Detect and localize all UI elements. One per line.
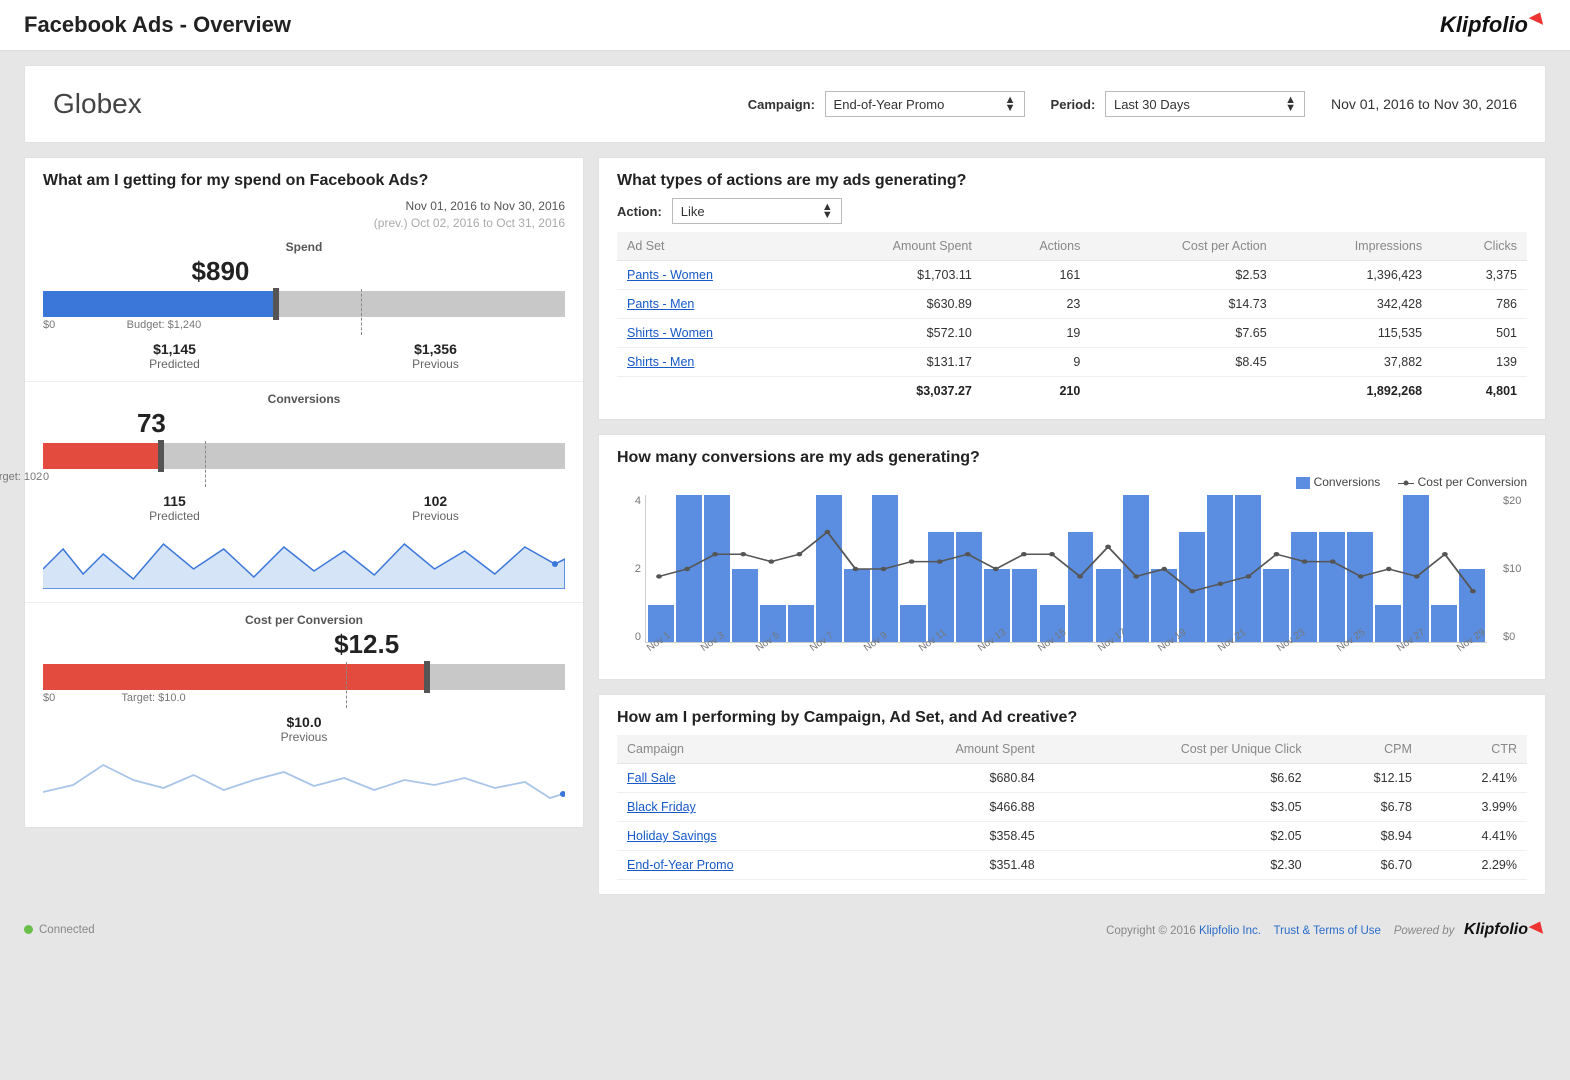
table-row: Black Friday$466.88$3.05$6.783.99% [617,793,1527,822]
spend-panel-dates: Nov 01, 2016 to Nov 30, 2016 (prev.) Oct… [43,198,565,232]
campaign-link[interactable]: Black Friday [627,800,696,814]
campaign-panel-title: How am I performing by Campaign, Ad Set,… [617,709,1527,727]
table-row: End-of-Year Promo$351.48$2.30$6.702.29% [617,851,1527,880]
conversions-legend: Conversions Cost per Conversion [617,475,1527,489]
date-range: Nov 01, 2016 to Nov 30, 2016 [1331,96,1517,112]
campaign-table: Campaign Amount Spent Cost per Unique Cl… [617,735,1527,880]
chevron-updown-icon: ▲▼ [1005,96,1016,112]
actions-table: Ad Set Amount Spent Actions Cost per Act… [617,232,1527,405]
table-row: Pants - Women$1,703.11161$2.531,396,4233… [617,261,1527,290]
table-row: Shirts - Women$572.1019$7.65115,535501 [617,319,1527,348]
actions-panel-title: What types of actions are my ads generat… [617,172,1527,190]
spend-panel: What am I getting for my spend on Facebo… [24,157,584,828]
conv-sparkline [43,529,565,589]
spend-budget-label: Budget: $1,240 [127,319,202,331]
campaign-link[interactable]: Fall Sale [627,771,676,785]
table-row: Fall Sale$680.84$6.62$12.152.41% [617,764,1527,793]
conversions-chart: 420 $20$10$0 Nov 1Nov 3Nov 5Nov 7Nov 9No… [617,495,1527,665]
tenant-name: Globex [53,88,142,120]
conversions-panel-title: How many conversions are my ads generati… [617,449,1527,467]
period-select[interactable]: Last 30 Days ▲▼ [1105,91,1305,117]
metric-conv-value: 73 [137,408,565,439]
conversions-panel: How many conversions are my ads generati… [598,434,1546,680]
conversions-bar [43,443,565,469]
spend-scale-min: $0 [43,319,55,331]
topbar: Facebook Ads - Overview Klipfolio [0,0,1570,51]
spend-panel-title: What am I getting for my spend on Facebo… [43,172,565,190]
chevron-updown-icon: ▲▼ [1285,96,1296,112]
footer-brand-logo: Klipfolio [1464,921,1546,939]
adset-link[interactable]: Pants - Women [627,268,713,282]
brand-triangle-icon [1529,9,1548,25]
cpc-scale-min: $0 [43,692,55,704]
campaign-label: Campaign: [748,97,815,112]
footer-company-link[interactable]: Klipfolio Inc. [1199,925,1261,937]
metric-cpc-title: Cost per Conversion [43,613,565,627]
actions-panel: What types of actions are my ads generat… [598,157,1546,420]
table-row: Holiday Savings$358.45$2.05$8.944.41% [617,822,1527,851]
action-label: Action: [617,204,662,219]
table-row: Pants - Men$630.8923$14.73342,428786 [617,290,1527,319]
metric-conv-title: Conversions [43,392,565,406]
conv-scale-min: 0 [43,471,49,483]
action-select[interactable]: Like ▲▼ [672,198,842,224]
cpc-target-label: Target: $10.0 [121,692,185,704]
campaign-link[interactable]: Holiday Savings [627,829,717,843]
conv-target-label: Target: 102 [0,471,42,483]
brand-logo: Klipfolio [1440,12,1546,38]
metric-spend-title: Spend [43,240,565,254]
table-row: Shirts - Men$131.179$8.4537,882139 [617,348,1527,377]
cpc-sparkline [43,750,565,810]
spend-bar [43,291,565,317]
footer-terms-link[interactable]: Trust & Terms of Use [1274,925,1381,937]
status-text: Connected [39,924,95,936]
cpc-bar [43,664,565,690]
status-dot-icon [24,925,33,934]
period-label: Period: [1051,97,1096,112]
adset-link[interactable]: Shirts - Women [627,326,713,340]
chevron-updown-icon: ▲▼ [822,203,833,219]
adset-link[interactable]: Pants - Men [627,297,694,311]
metric-cpc-value: $12.5 [334,629,399,660]
campaign-link[interactable]: End-of-Year Promo [627,858,734,872]
page-title: Facebook Ads - Overview [24,12,291,38]
campaign-panel: How am I performing by Campaign, Ad Set,… [598,694,1546,895]
footer: Connected Copyright © 2016 Klipfolio Inc… [0,895,1570,957]
adset-link[interactable]: Shirts - Men [627,355,694,369]
metric-spend-value: $890 [192,256,250,287]
control-bar: Globex Campaign: End-of-Year Promo ▲▼ Pe… [24,65,1546,143]
campaign-select[interactable]: End-of-Year Promo ▲▼ [825,91,1025,117]
